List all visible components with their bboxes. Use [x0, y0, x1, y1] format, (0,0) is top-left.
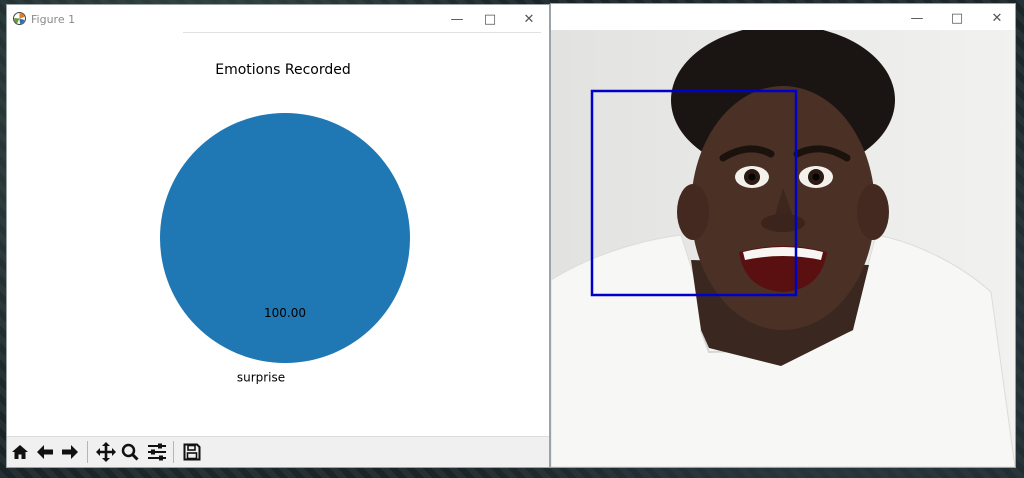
- pie-category-label: surprise: [237, 371, 285, 385]
- matplotlib-app-icon: [13, 12, 26, 25]
- image-minimize-button[interactable]: —: [903, 8, 931, 28]
- image-titlebar: — □ ✕: [551, 4, 1015, 30]
- camera-image-window: — □ ✕: [550, 3, 1016, 468]
- chart-title: Emotions Recorded: [215, 62, 350, 78]
- back-arrow-icon: [37, 445, 53, 459]
- figure-window: Figure 1 — □ ✕ Emotions Recorded 100.00 s…: [6, 4, 550, 468]
- pie-chart: Emotions Recorded 100.00 surprise: [160, 62, 410, 385]
- pie-percent-label: 100.00: [264, 306, 306, 320]
- image-maximize-button[interactable]: □: [943, 8, 971, 28]
- face-photo: [551, 30, 1015, 467]
- home-button[interactable]: [9, 440, 31, 464]
- configure-subplots-button[interactable]: [146, 440, 168, 464]
- forward-button[interactable]: [59, 440, 81, 464]
- toolbar-separator: [173, 441, 174, 463]
- configure-subplots-icon: [148, 443, 166, 461]
- pie-slice-surprise: [160, 113, 410, 363]
- save-button[interactable]: [181, 440, 203, 464]
- pan-icon: [96, 442, 116, 462]
- figure-titlebar: Figure 1 — □ ✕: [7, 5, 549, 33]
- close-button[interactable]: ✕: [515, 9, 543, 29]
- back-button[interactable]: [34, 440, 56, 464]
- plot-area: Emotions Recorded 100.00 surprise: [7, 33, 549, 441]
- maximize-button[interactable]: □: [476, 9, 504, 29]
- image-close-button[interactable]: ✕: [983, 8, 1011, 28]
- toolbar-separator: [87, 441, 88, 463]
- forward-arrow-icon: [62, 445, 78, 459]
- home-icon: [12, 445, 28, 459]
- navigation-toolbar: [7, 436, 549, 467]
- face-detection-image: [551, 30, 1015, 467]
- save-icon: [183, 443, 201, 461]
- figure-window-title: Figure 1: [31, 13, 76, 26]
- zoom-button[interactable]: [119, 440, 141, 464]
- minimize-button[interactable]: —: [443, 9, 471, 29]
- zoom-icon: [121, 443, 139, 461]
- pie-slices: [160, 113, 410, 363]
- pan-button[interactable]: [95, 440, 117, 464]
